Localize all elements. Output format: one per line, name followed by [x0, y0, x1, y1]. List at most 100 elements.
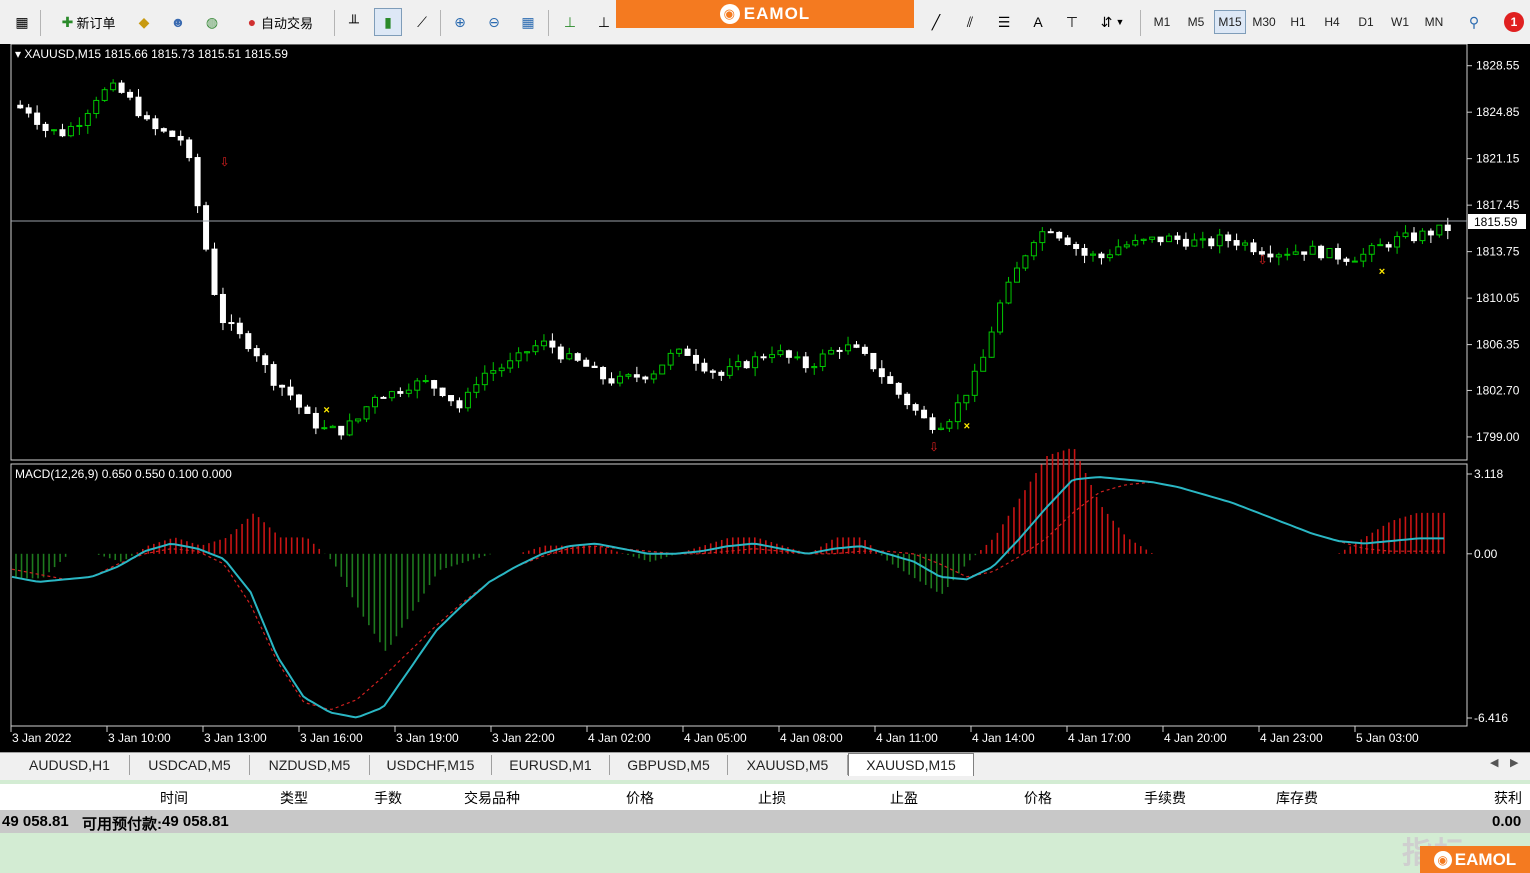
- line-chart-button[interactable]: ⟋: [408, 8, 436, 36]
- candle-body: [1368, 245, 1375, 255]
- candle-body: [1073, 244, 1080, 249]
- candle-body: [1419, 230, 1426, 242]
- text-tool-button[interactable]: A: [1024, 8, 1052, 36]
- candle-body: [1174, 235, 1181, 240]
- candle-body: [642, 376, 649, 380]
- chart-window[interactable]: 1828.55 1824.85 1821.15 1817.45 1813.75 1810.…: [0, 44, 1530, 752]
- price-tick-label: 1813.75: [1476, 245, 1520, 259]
- toolbar-separator: [1140, 10, 1141, 36]
- candle-body: [718, 371, 725, 376]
- column-header[interactable]: 库存费: [1276, 788, 1318, 808]
- market-watch-button[interactable]: ◆: [130, 8, 158, 36]
- new-order-button[interactable]: ✚ 新订单: [48, 8, 126, 36]
- column-header[interactable]: 止盈: [890, 788, 918, 808]
- symbol-tabs: AUDUSD,H1 USDCAD,M5 NZDUSD,M5 USDCHF,M15 EUR…: [0, 752, 1530, 777]
- time-tick-label: 4 Jan 17:00: [1068, 731, 1131, 745]
- tab-audusd-h1[interactable]: AUDUSD,H1: [10, 755, 130, 775]
- candle-body: [988, 331, 995, 358]
- trendline-tool-button[interactable]: ╱: [922, 8, 950, 36]
- candle-body: [1149, 236, 1156, 240]
- notification-badge[interactable]: 1: [1504, 12, 1524, 32]
- candle-body: [355, 418, 362, 422]
- candle-body: [42, 123, 49, 131]
- candle-body: [1410, 232, 1417, 242]
- candle-body: [802, 356, 809, 369]
- channel-tool-button[interactable]: ⫽: [956, 8, 984, 36]
- candle-body: [1208, 238, 1215, 247]
- candle-body: [532, 345, 539, 353]
- data-window-button[interactable]: ☻: [164, 8, 192, 36]
- column-header[interactable]: 类型: [280, 788, 308, 808]
- price-tick-label: 1821.15: [1476, 152, 1520, 166]
- time-tick-label: 4 Jan 14:00: [972, 731, 1035, 745]
- free-margin-value: 49 058.81: [162, 813, 229, 830]
- timeframe-m5-button[interactable]: M5: [1180, 10, 1212, 34]
- tab-xauusd-m15[interactable]: XAUUSD,M15: [848, 753, 974, 776]
- chart-window-button[interactable]: ▦: [8, 8, 36, 36]
- candle-body: [684, 348, 691, 356]
- candle-body: [591, 365, 598, 369]
- timeframe-d1-button[interactable]: D1: [1350, 10, 1382, 34]
- toolbar-separator: [40, 10, 41, 36]
- candle-body: [557, 346, 564, 360]
- timeframe-w1-button[interactable]: W1: [1384, 10, 1416, 34]
- tab-xauusd-m5[interactable]: XAUUSD,M5: [728, 755, 848, 775]
- tab-scroll-left-icon[interactable]: ◀: [1490, 756, 1498, 769]
- candle-body: [270, 364, 277, 386]
- candle-body: [1064, 237, 1071, 246]
- timeframe-m15-button[interactable]: M15: [1214, 10, 1246, 34]
- column-header[interactable]: 止损: [758, 788, 786, 808]
- bar-chart-button[interactable]: ╨: [340, 8, 368, 36]
- candle-body: [1250, 242, 1257, 253]
- timeframe-m30-button[interactable]: M30: [1248, 10, 1280, 34]
- chart-shift-button[interactable]: ⊥: [590, 8, 618, 36]
- tab-usdcad-m5[interactable]: USDCAD,M5: [130, 755, 250, 775]
- zoom-out-button[interactable]: ⊖: [480, 8, 508, 36]
- free-margin-label: 可用预付款:: [82, 816, 162, 833]
- timeframe-h1-button[interactable]: H1: [1282, 10, 1314, 34]
- candle-body: [143, 115, 150, 120]
- search-button[interactable]: ⚲: [1460, 8, 1488, 36]
- arrows-tool-button[interactable]: ⇵ ▼: [1092, 8, 1130, 36]
- candle-body: [878, 368, 885, 378]
- fibonacci-tool-button[interactable]: ☰: [990, 8, 1018, 36]
- column-header[interactable]: 手续费: [1144, 788, 1186, 808]
- tile-windows-button[interactable]: ▦: [514, 8, 542, 36]
- text-label-tool-button[interactable]: ⊤: [1058, 8, 1086, 36]
- navigator-button[interactable]: ◍: [198, 8, 226, 36]
- candle-body: [895, 382, 902, 395]
- candlestick-chart-button[interactable]: ▮: [374, 8, 402, 36]
- column-header[interactable]: 获利: [1494, 788, 1522, 808]
- candle-body: [743, 361, 750, 369]
- candle-body: [980, 356, 987, 372]
- brand-banner: ◉ EAMOL: [616, 0, 914, 28]
- column-header[interactable]: 手数: [374, 788, 402, 808]
- auto-trading-button[interactable]: ● 自动交易: [232, 8, 324, 36]
- timeframe-h4-button[interactable]: H4: [1316, 10, 1348, 34]
- chart-window-icon: ▦: [15, 14, 29, 30]
- tab-eurusd-m1[interactable]: EURUSD,M1: [492, 755, 610, 775]
- column-header[interactable]: 时间: [160, 788, 188, 808]
- balance-row[interactable]: 49 058.81 可用预付款: 49 058.81 0.00: [0, 811, 1530, 833]
- tab-nzdusd-m5[interactable]: NZDUSD,M5: [250, 755, 370, 775]
- timeframe-mn-button[interactable]: MN: [1418, 10, 1450, 34]
- candle-body: [1326, 247, 1333, 259]
- time-tick-label: 3 Jan 13:00: [204, 731, 267, 745]
- tab-gbpusd-m5[interactable]: GBPUSD,M5: [610, 755, 728, 775]
- candle-body: [405, 389, 412, 394]
- column-header[interactable]: 价格: [626, 788, 654, 808]
- candle-body: [34, 112, 41, 125]
- candle-body: [659, 364, 666, 375]
- price-tick-label: 1806.35: [1476, 338, 1520, 352]
- candle-body: [287, 386, 294, 396]
- tab-usdchf-m15[interactable]: USDCHF,M15: [370, 755, 492, 775]
- zoom-in-button[interactable]: ⊕: [446, 8, 474, 36]
- tab-scroll-right-icon[interactable]: ▶: [1510, 756, 1518, 769]
- column-header[interactable]: 交易品种: [464, 788, 520, 808]
- auto-scroll-button[interactable]: ⊥: [556, 8, 584, 36]
- text-label-icon: ⊤: [1065, 14, 1079, 30]
- tile-windows-icon: ▦: [521, 14, 535, 30]
- timeframe-m1-button[interactable]: M1: [1146, 10, 1178, 34]
- candle-body: [1056, 231, 1063, 239]
- column-header[interactable]: 价格: [1024, 788, 1052, 808]
